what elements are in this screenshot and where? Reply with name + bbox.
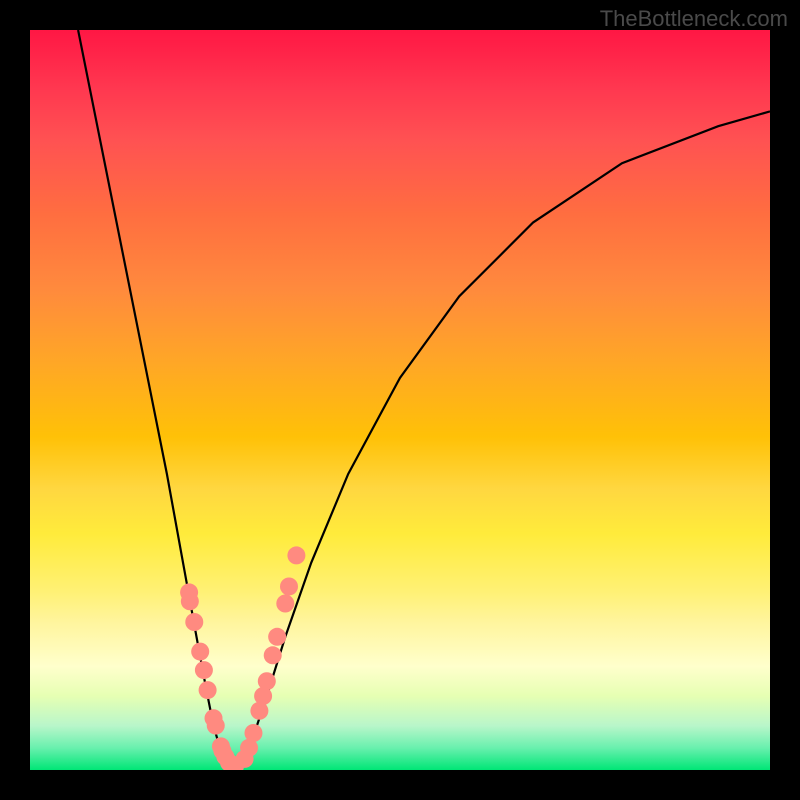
scatter-point (191, 643, 209, 661)
scatter-point (185, 613, 203, 631)
scatter-point (212, 737, 230, 755)
scatter-right-group (236, 546, 306, 768)
chart-svg (30, 30, 770, 770)
scatter-point (180, 583, 198, 601)
scatter-point (181, 592, 199, 610)
scatter-point (199, 681, 217, 699)
scatter-point (287, 546, 305, 564)
scatter-point (226, 757, 244, 770)
plot-background (30, 30, 770, 770)
watermark-text: TheBottleneck.com (600, 6, 788, 32)
scatter-point (254, 687, 272, 705)
scatter-point (205, 709, 223, 727)
scatter-point (258, 672, 276, 690)
scatter-point (250, 702, 268, 720)
scatter-point (220, 754, 238, 770)
scatter-point (216, 748, 234, 766)
scatter-point (195, 661, 213, 679)
scatter-point (236, 750, 254, 768)
curve-left-branch (78, 30, 226, 766)
curve-right-branch (241, 111, 770, 766)
scatter-point (244, 724, 262, 742)
scatter-point (207, 717, 225, 735)
scatter-left-group (180, 583, 244, 770)
scatter-point (280, 577, 298, 595)
scatter-point (240, 739, 258, 757)
scatter-point (213, 742, 231, 760)
scatter-point (268, 628, 286, 646)
scatter-point (264, 646, 282, 664)
scatter-point (222, 755, 240, 770)
scatter-point (276, 595, 294, 613)
